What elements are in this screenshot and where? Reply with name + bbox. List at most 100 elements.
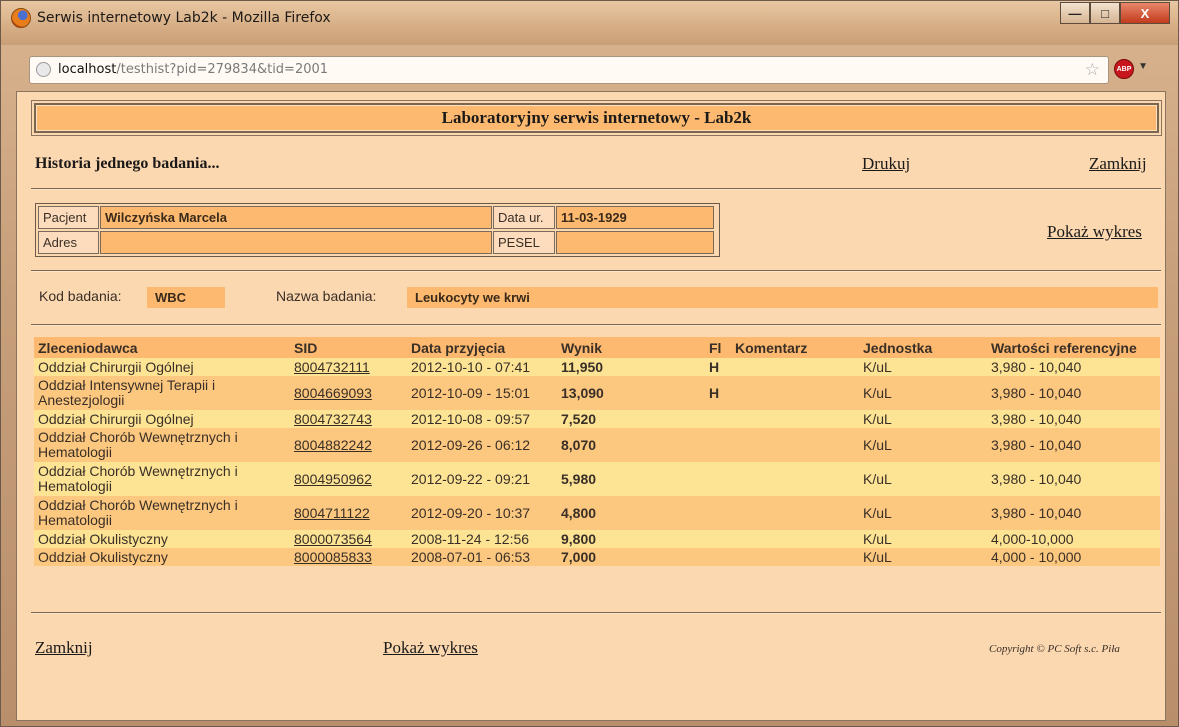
- reference-cell: 3,980 - 10,040: [987, 410, 1160, 428]
- chevron-down-icon[interactable]: ▼: [1138, 61, 1148, 72]
- flag-cell: [705, 496, 731, 530]
- close-link-top[interactable]: Zamknij: [1089, 154, 1147, 174]
- column-header: Wynik: [557, 337, 705, 358]
- reference-cell: 4,000-10,000: [987, 530, 1160, 548]
- column-header: Jednostka: [859, 337, 987, 358]
- date-cell: 2012-09-26 - 06:12: [407, 428, 557, 462]
- close-link-bottom[interactable]: Zamknij: [35, 638, 93, 658]
- comment-cell: [731, 548, 859, 566]
- patient-pesel: [556, 231, 714, 254]
- patient-info-box: Pacjent Wilczyńska Marcela Data ur. 11-0…: [35, 203, 720, 257]
- result-cell: 8,070: [557, 428, 705, 462]
- ordering-cell: Oddział Chirurgii Ogólnej: [34, 410, 290, 428]
- divider: [31, 324, 1161, 326]
- test-code-label: Kod badania:: [39, 288, 122, 304]
- comment-cell: [731, 358, 859, 376]
- sid-link[interactable]: 8004732111: [290, 358, 407, 376]
- unit-cell: K/uL: [859, 530, 987, 548]
- test-name-label: Nazwa badania:: [276, 288, 377, 304]
- sid-link[interactable]: 8004882242: [290, 428, 407, 462]
- dob-label: Data ur.: [493, 206, 555, 229]
- ordering-cell: Oddział Chorób Wewnętrznych i Hematologi…: [34, 496, 290, 530]
- print-link[interactable]: Drukuj: [862, 154, 910, 174]
- unit-cell: K/uL: [859, 496, 987, 530]
- page-header: Laboratoryjny serwis internetowy - Lab2k: [34, 103, 1159, 133]
- divider: [31, 612, 1161, 614]
- result-cell: 11,950: [557, 358, 705, 376]
- flag-cell: [705, 462, 731, 496]
- date-cell: 2008-11-24 - 12:56: [407, 530, 557, 548]
- page-content: Laboratoryjny serwis internetowy - Lab2k…: [16, 91, 1166, 721]
- unit-cell: K/uL: [859, 462, 987, 496]
- window-title: Serwis internetowy Lab2k - Mozilla Firef…: [37, 10, 331, 26]
- table-row: Oddział Chorób Wewnętrznych i Hematologi…: [34, 428, 1160, 462]
- reference-cell: 3,980 - 10,040: [987, 496, 1160, 530]
- ordering-cell: Oddział Chorób Wewnętrznych i Hematologi…: [34, 462, 290, 496]
- unit-cell: K/uL: [859, 428, 987, 462]
- comment-cell: [731, 462, 859, 496]
- table-row: Oddział Okulistyczny 8000073564 2008-11-…: [34, 530, 1160, 548]
- date-cell: 2012-09-22 - 09:21: [407, 462, 557, 496]
- minimize-button[interactable]: —: [1060, 2, 1090, 24]
- show-chart-link-bottom[interactable]: Pokaż wykres: [383, 638, 478, 658]
- table-row: Oddział Chirurgii Ogólnej 8004732111 201…: [34, 358, 1160, 376]
- results-table: Zleceniodawca SID Data przyjęcia Wynik F…: [34, 337, 1160, 566]
- close-window-button[interactable]: X: [1120, 2, 1170, 24]
- reference-cell: 3,980 - 10,040: [987, 462, 1160, 496]
- column-header: Zleceniodawca: [34, 337, 290, 358]
- sid-link[interactable]: 8004732743: [290, 410, 407, 428]
- comment-cell: [731, 496, 859, 530]
- address-bar[interactable]: localhost/testhist?pid=279834&tid=2001 ☆: [29, 56, 1109, 84]
- table-row: Oddział Okulistyczny 8000085833 2008-07-…: [34, 548, 1160, 566]
- bookmark-star-icon[interactable]: ☆: [1085, 60, 1100, 80]
- flag-cell: [705, 530, 731, 548]
- date-cell: 2012-10-08 - 09:57: [407, 410, 557, 428]
- sid-link[interactable]: 8000085833: [290, 548, 407, 566]
- patient-name: Wilczyńska Marcela: [100, 206, 492, 229]
- reference-cell: 3,980 - 10,040: [987, 358, 1160, 376]
- ordering-cell: Oddział Chorób Wewnętrznych i Hematologi…: [34, 428, 290, 462]
- table-row: Oddział Chirurgii Ogólnej 8004732743 201…: [34, 410, 1160, 428]
- url-path: /testhist?pid=279834&tid=2001: [116, 62, 329, 77]
- table-row: Oddział Chorób Wewnętrznych i Hematologi…: [34, 496, 1160, 530]
- reference-cell: 3,980 - 10,040: [987, 376, 1160, 410]
- unit-cell: K/uL: [859, 410, 987, 428]
- test-code: WBC: [147, 287, 225, 308]
- sid-link[interactable]: 8004950962: [290, 462, 407, 496]
- result-cell: 7,520: [557, 410, 705, 428]
- copyright-text: Copyright © PC Soft s.c. Piła: [989, 643, 1120, 655]
- result-cell: 4,800: [557, 496, 705, 530]
- date-cell: 2012-09-20 - 10:37: [407, 496, 557, 530]
- divider: [31, 270, 1161, 272]
- column-header: SID: [290, 337, 407, 358]
- column-header: Fl: [705, 337, 731, 358]
- table-row: Oddział Chorób Wewnętrznych i Hematologi…: [34, 462, 1160, 496]
- flag-cell: [705, 410, 731, 428]
- globe-icon: [36, 62, 51, 77]
- flag-cell: H: [705, 358, 731, 376]
- column-header: Komentarz: [731, 337, 859, 358]
- adblock-plus-icon[interactable]: ABP: [1114, 59, 1134, 79]
- date-cell: 2008-07-01 - 06:53: [407, 548, 557, 566]
- flag-cell: H: [705, 376, 731, 410]
- table-header-row: Zleceniodawca SID Data przyjęcia Wynik F…: [34, 337, 1160, 358]
- show-chart-link-top[interactable]: Pokaż wykres: [1047, 222, 1142, 242]
- patient-address: [100, 231, 492, 254]
- sid-link[interactable]: 8004711122: [290, 496, 407, 530]
- firefox-logo-icon: [11, 8, 31, 28]
- page-subtitle: Historia jednego badania...: [35, 155, 220, 172]
- result-cell: 5,980: [557, 462, 705, 496]
- sid-link[interactable]: 8004669093: [290, 376, 407, 410]
- ordering-cell: Oddział Intensywnej Terapii i Anestezjol…: [34, 376, 290, 410]
- result-cell: 13,090: [557, 376, 705, 410]
- maximize-button[interactable]: □: [1090, 2, 1120, 24]
- title-bar: Serwis internetowy Lab2k - Mozilla Firef…: [1, 1, 1178, 45]
- comment-cell: [731, 428, 859, 462]
- table-row: Oddział Intensywnej Terapii i Anestezjol…: [34, 376, 1160, 410]
- comment-cell: [731, 376, 859, 410]
- patient-dob: 11-03-1929: [556, 206, 714, 229]
- column-header: Data przyjęcia: [407, 337, 557, 358]
- comment-cell: [731, 410, 859, 428]
- sid-link[interactable]: 8000073564: [290, 530, 407, 548]
- date-cell: 2012-10-09 - 15:01: [407, 376, 557, 410]
